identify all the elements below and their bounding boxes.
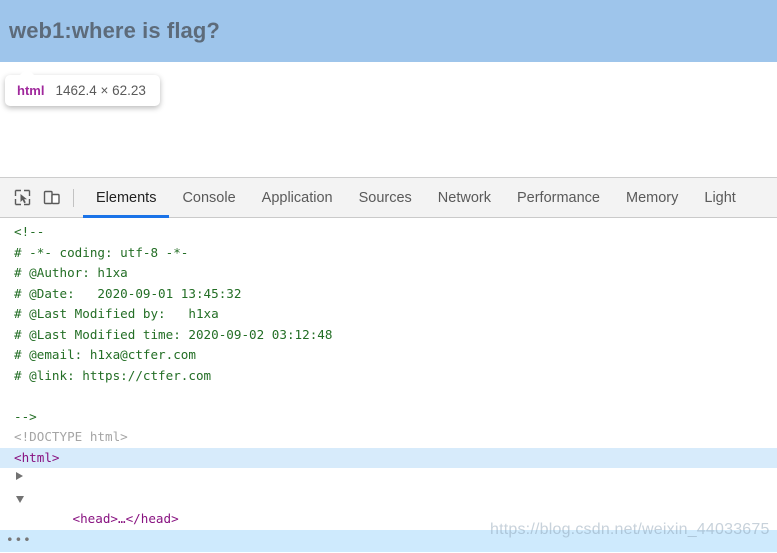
tab-performance[interactable]: Performance <box>504 178 613 218</box>
dom-row-doctype: <!DOCTYPE html> <box>14 429 128 444</box>
page-heading-banner: web1:where is flag? <box>0 0 777 62</box>
chevron-down-icon[interactable] <box>16 495 24 503</box>
comment-close: --> <box>14 408 37 424</box>
inspect-element-icon[interactable] <box>7 183 37 213</box>
dom-row-html[interactable]: <html> <box>0 447 777 468</box>
page-title: web1:where is flag? <box>9 18 220 43</box>
device-toolbar-icon[interactable] <box>37 183 67 213</box>
tab-memory[interactable]: Memory <box>613 178 691 218</box>
tab-console[interactable]: Console <box>169 178 248 218</box>
dom-row-h3[interactable]: <h3>web1:where is flag?</h3> <box>0 509 777 547</box>
devtools-toolbar: Elements Console Application Sources Net… <box>0 178 777 218</box>
tab-sources[interactable]: Sources <box>346 178 425 218</box>
comment-line-last-modified-by: # @Last Modified by: h1xa <box>14 306 219 321</box>
toolbar-divider <box>73 188 74 207</box>
comment-spacer <box>0 386 777 407</box>
devtools-panel: Elements Console Application Sources Net… <box>0 177 777 553</box>
tooltip-dimensions: 1462.4 × 62.23 <box>55 83 146 98</box>
dom-tree[interactable]: <!-- # -*- coding: utf-8 -*- # @Author: … <box>0 218 777 552</box>
chevron-right-icon[interactable] <box>16 472 23 480</box>
dom-row-body[interactable]: <body> <box>0 489 777 547</box>
element-inspect-tooltip: html 1462.4 × 62.23 <box>5 68 160 106</box>
tab-elements[interactable]: Elements <box>83 178 170 218</box>
comment-line-coding: # -*- coding: utf-8 -*- <box>14 244 189 260</box>
comment-line-last-modified-time: # @Last Modified time: 2020-09-02 03:12:… <box>14 326 333 342</box>
comment-line-email: # @email: h1xa@ctfer.com <box>14 347 196 362</box>
dom-row-flag-comment[interactable]: ••• <!-- ctfshow{3b91009f-459d-4f1e-8cfd… <box>0 529 777 551</box>
tab-application[interactable]: Application <box>249 178 346 218</box>
rendered-page-area: web1:where is flag? html 1462.4 × 62.23 <box>0 0 777 177</box>
comment-line-date: # @Date: 2020-09-01 13:45:32 <box>14 285 242 301</box>
comment-line-author: # @Author: h1xa <box>14 265 128 280</box>
tab-lighthouse[interactable]: Light <box>691 178 748 218</box>
tab-network[interactable]: Network <box>425 178 504 218</box>
tooltip-tag-name: html <box>17 83 45 98</box>
comment-line-link: # @link: https://ctfer.com <box>14 367 212 383</box>
devtools-tab-bar: Elements Console Application Sources Net… <box>83 178 749 218</box>
comment-open: <!-- <box>14 224 45 239</box>
ellipsis-icon[interactable]: ••• <box>6 530 32 551</box>
dom-row-head[interactable]: <head>…</head> <box>0 468 777 526</box>
